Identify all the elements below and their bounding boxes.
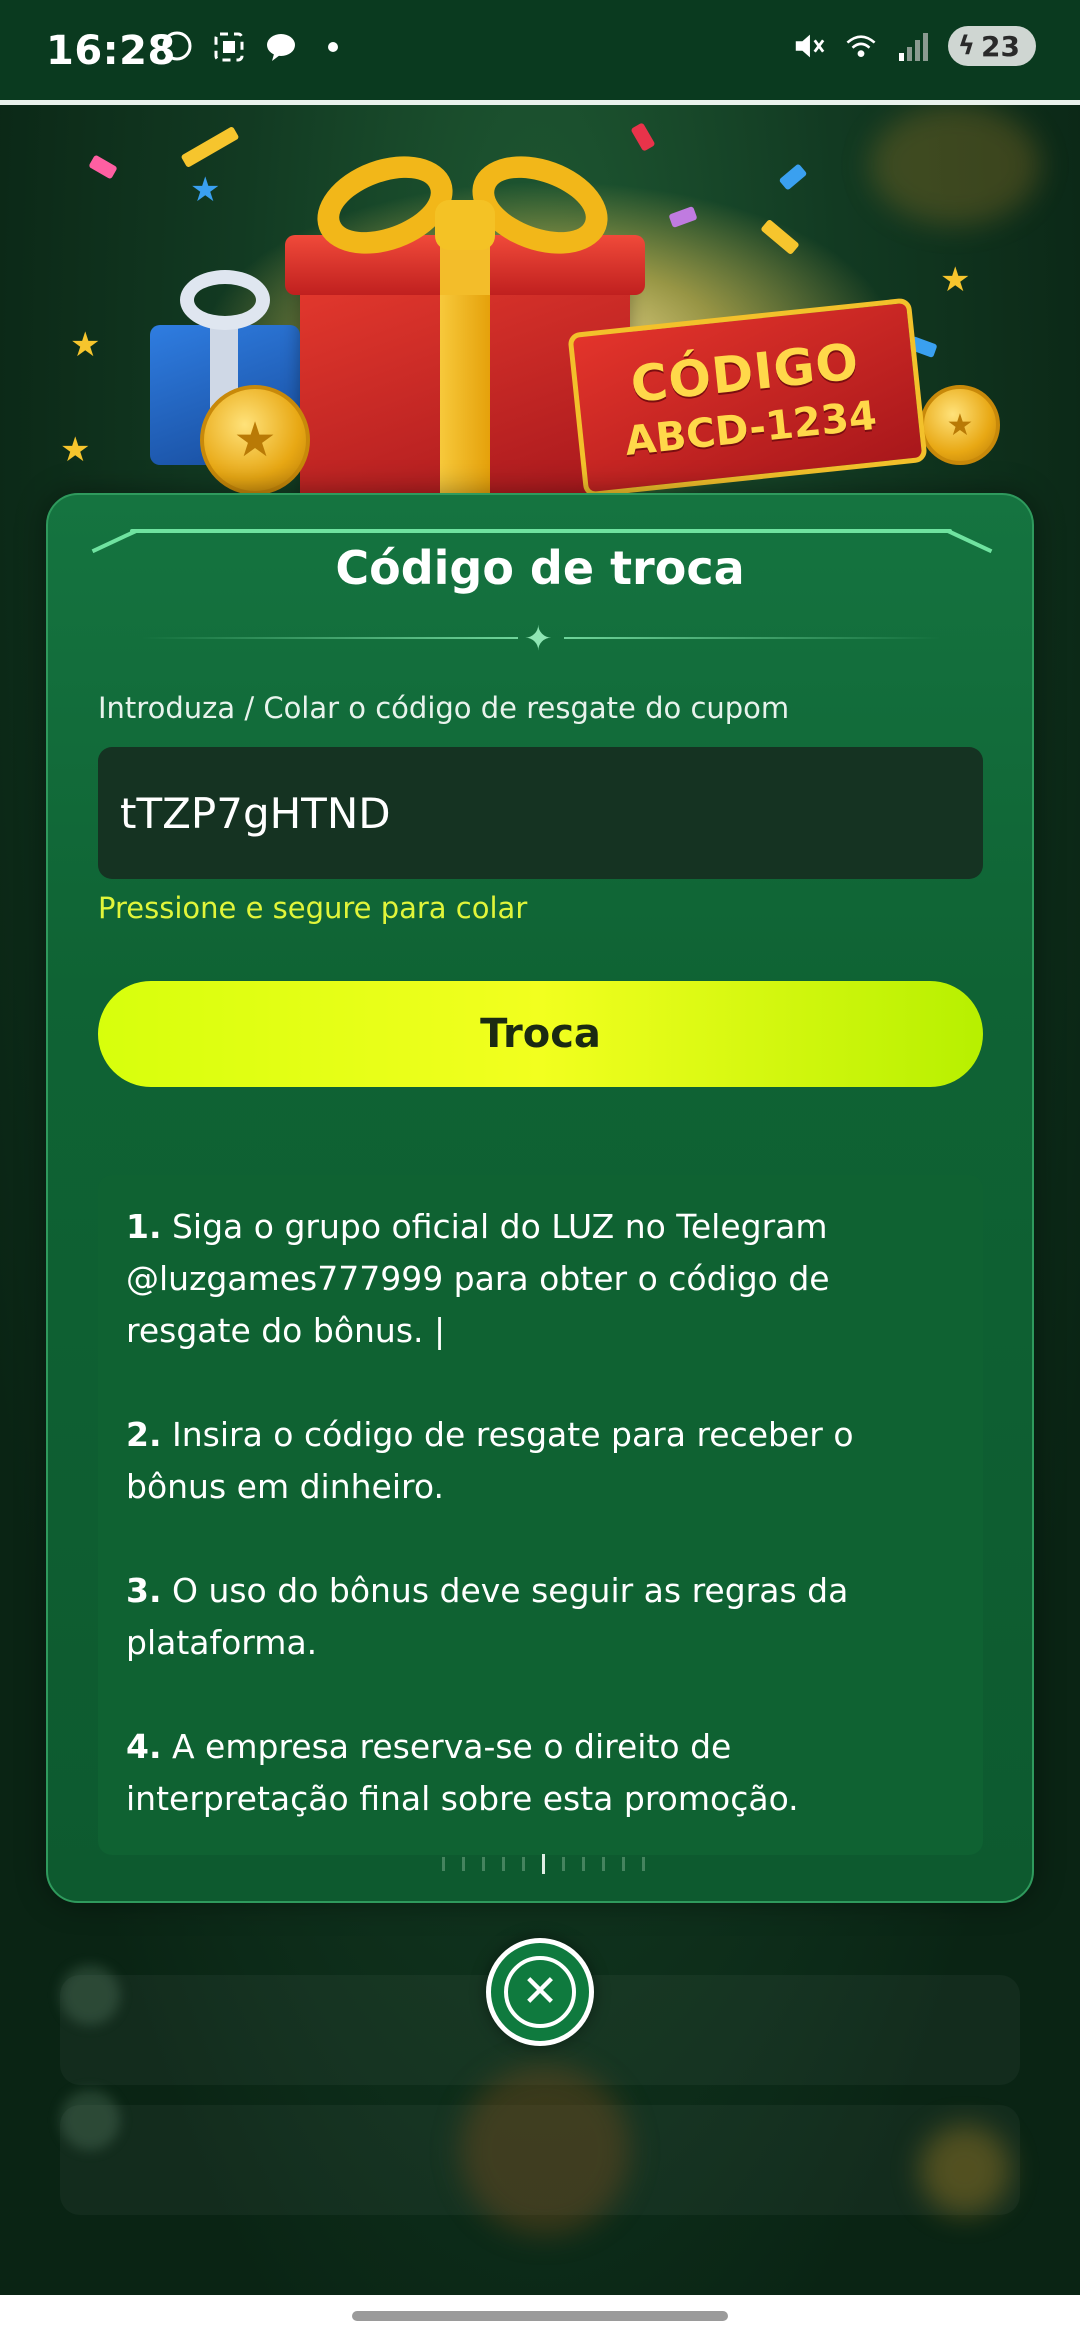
gold-coin-icon: ★ <box>920 385 1000 465</box>
redeem-code-dialog: Código de troca ✦ Introduza / Colar o có… <box>46 493 1034 1903</box>
signal-icon <box>896 29 930 63</box>
status-time: 16:28 <box>46 28 176 74</box>
star-decoration: ★ <box>190 170 221 210</box>
screenshot-icon <box>212 30 246 64</box>
background-avatar <box>60 2090 120 2150</box>
redeem-button[interactable]: Troca <box>98 981 983 1087</box>
gold-bow-knot <box>435 200 495 250</box>
confetti-piece <box>180 125 240 169</box>
scroll-indicator[interactable] <box>398 1854 688 1874</box>
rule-number: 2. <box>126 1415 162 1454</box>
code-input-label: Introduza / Colar o código de resgate do… <box>98 691 790 725</box>
mute-icon <box>792 29 826 63</box>
confetti-piece <box>88 154 118 180</box>
rule-item: 2. Insira o código de resgate para receb… <box>126 1409 955 1513</box>
rule-item: 3. O uso do bônus deve seguir as regras … <box>126 1565 955 1669</box>
wifi-icon <box>844 29 878 63</box>
rule-number: 1. <box>126 1207 162 1246</box>
notification-icons <box>160 30 350 64</box>
background-blob <box>460 2065 630 2235</box>
home-gesture-handle[interactable] <box>352 2311 728 2321</box>
system-icons: ϟ 23 <box>792 26 1036 66</box>
charging-icon: ϟ <box>957 31 976 61</box>
title-divider-right <box>564 637 940 639</box>
rule-text: O uso do bônus deve seguir as regras da … <box>126 1571 849 1662</box>
whatsapp-icon <box>160 30 194 64</box>
close-icon: ✕ <box>504 1956 576 2028</box>
chat-icon <box>264 30 298 64</box>
code-ticket: CÓDIGO ABCD-1234 <box>567 297 928 498</box>
star-decoration: ★ <box>70 325 101 365</box>
status-divider <box>0 100 1080 105</box>
background-avatar <box>60 1965 120 2025</box>
close-dialog-button[interactable]: ✕ <box>486 1938 594 2046</box>
rule-number: 4. <box>126 1727 162 1766</box>
rule-item: 1. Siga o grupo oficial do LUZ no Telegr… <box>126 1201 955 1357</box>
title-divider-left <box>142 637 518 639</box>
sparkle-icon: ✦ <box>524 619 553 659</box>
star-decoration: ★ <box>940 260 971 300</box>
rules-panel[interactable]: 1. Siga o grupo oficial do LUZ no Telegr… <box>98 1175 983 1855</box>
confetti-piece <box>778 163 808 191</box>
background-blob <box>920 2125 1010 2215</box>
gift-banner-illustration: ★ ★ ★ ★ ★ ★ CÓDIGO ABCD-1234 <box>60 122 1020 530</box>
gold-coin-icon: ★ <box>200 385 310 495</box>
rule-text: Siga o grupo oficial do LUZ no Telegram … <box>126 1207 830 1350</box>
battery-indicator: ϟ 23 <box>947 26 1036 66</box>
star-decoration: ★ <box>60 430 91 470</box>
rule-text: A empresa reserva-se o direito de interp… <box>126 1727 799 1818</box>
redeem-code-input[interactable] <box>98 747 983 879</box>
dialog-title: Código de troca <box>335 541 745 595</box>
frame-top-line <box>130 529 952 533</box>
status-bar: 16:28 ϟ 23 <box>0 0 1080 100</box>
rule-text: Insira o código de resgate para receber … <box>126 1415 854 1506</box>
rule-item: 4. A empresa reserva-se o direito de int… <box>126 1721 955 1825</box>
blue-gift-bow <box>180 270 270 330</box>
rule-number: 3. <box>126 1571 162 1610</box>
dot-icon <box>316 30 350 64</box>
paste-hint: Pressione e segure para colar <box>98 891 528 925</box>
battery-level: 23 <box>981 29 1020 63</box>
